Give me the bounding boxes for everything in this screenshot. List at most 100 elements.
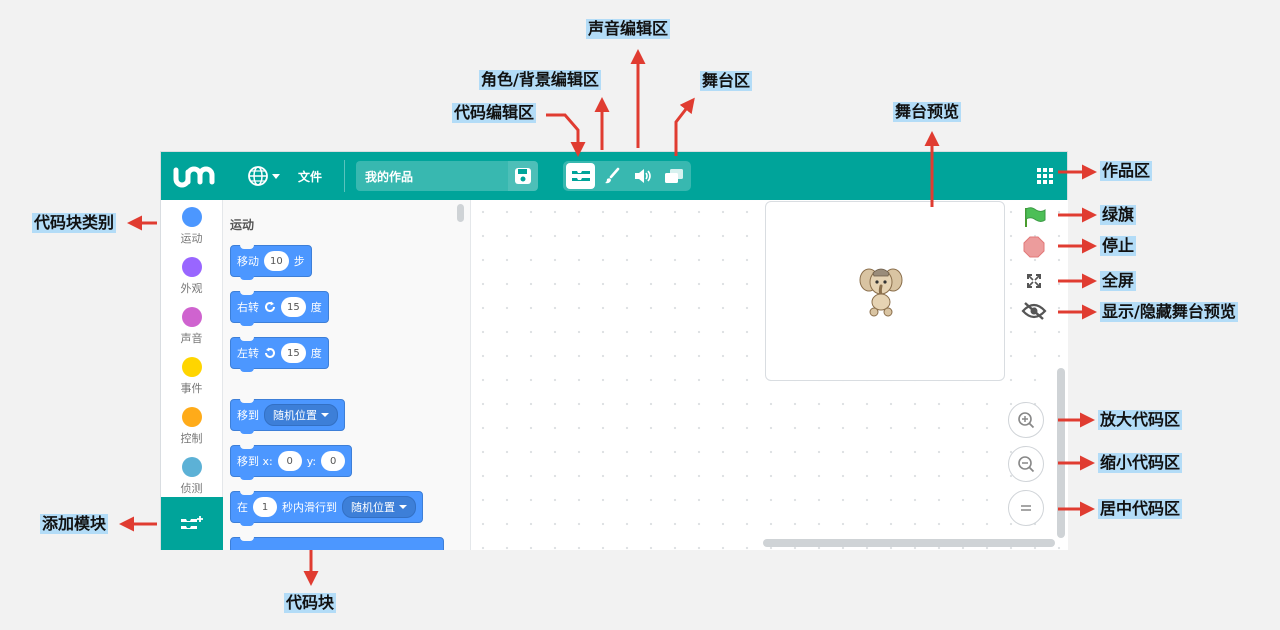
- dropdown-value: 随机位置: [351, 501, 395, 514]
- works-button[interactable]: [1035, 166, 1055, 186]
- category-dot: [181, 357, 202, 377]
- annotation-stage-preview: 舞台预览: [893, 102, 962, 122]
- code-icon: [571, 171, 590, 181]
- zoom-in-button[interactable]: [1008, 402, 1044, 438]
- annotation-code-editor: 代码编辑区: [452, 103, 537, 123]
- block-goto-xy[interactable]: 移到 x: 0 y: 0: [230, 445, 353, 480]
- block-partial[interactable]: [230, 537, 444, 550]
- annotation-zoom-in: 放大代码区: [1098, 410, 1183, 430]
- category-looks[interactable]: 外观: [161, 250, 222, 300]
- divider: [344, 160, 345, 192]
- category-label: 事件: [180, 382, 203, 395]
- annotation-works-area: 作品区: [1100, 161, 1153, 181]
- green-flag-button[interactable]: [1019, 202, 1049, 232]
- block-label: 在: [237, 501, 248, 514]
- block-label: 步: [293, 255, 305, 268]
- category-sound[interactable]: 声音: [161, 300, 222, 350]
- stage-icon: [664, 169, 683, 183]
- annotation-sound-editor: 声音编辑区: [586, 19, 671, 39]
- grid-icon: [1037, 168, 1041, 172]
- block-input-y[interactable]: 0: [321, 451, 346, 471]
- tab-stage[interactable]: [659, 163, 688, 189]
- tab-costume[interactable]: [597, 163, 626, 189]
- category-motion[interactable]: 运动: [161, 200, 222, 250]
- block-input-x[interactable]: 0: [277, 451, 302, 471]
- block-label: 度: [310, 347, 322, 360]
- chevron-down-icon: [272, 173, 280, 179]
- rotate-left-icon: [265, 347, 275, 358]
- annotation-zoom-out: 缩小代码区: [1098, 453, 1183, 473]
- block-label: y:: [306, 454, 317, 468]
- globe-icon: [248, 166, 268, 186]
- palette-scrollbar[interactable]: [457, 204, 464, 222]
- tab-sound[interactable]: [628, 163, 657, 189]
- toggle-preview-button[interactable]: [1019, 296, 1049, 326]
- workspace-vertical-scrollbar[interactable]: [1057, 368, 1065, 538]
- annotation-code-blocks: 代码块: [284, 593, 337, 613]
- add-extension-icon: [181, 515, 203, 529]
- category-sensing[interactable]: 侦测: [161, 450, 222, 500]
- category-label: 声音: [180, 332, 203, 345]
- zoom-out-icon: [1018, 456, 1035, 473]
- annotation-stop: 停止: [1100, 236, 1137, 256]
- reset-zoom-button[interactable]: [1008, 490, 1044, 526]
- stop-icon: [1023, 236, 1045, 258]
- speaker-icon: [634, 169, 651, 183]
- save-button[interactable]: [508, 161, 538, 191]
- palette-section-title: 运动: [230, 218, 255, 232]
- category-label: 控制: [180, 432, 203, 445]
- block-label: 移到 x:: [237, 455, 273, 468]
- fullscreen-icon: [1027, 274, 1041, 288]
- project-title-input[interactable]: [356, 161, 508, 191]
- stop-button[interactable]: [1019, 232, 1049, 262]
- block-input[interactable]: 15: [281, 343, 306, 363]
- add-extension-button[interactable]: [161, 497, 223, 550]
- stage-preview[interactable]: [765, 201, 1005, 381]
- block-label: 度: [310, 301, 322, 314]
- block-dropdown[interactable]: 随机位置: [342, 496, 416, 518]
- category-dot: [181, 207, 202, 227]
- category-control[interactable]: 控制: [161, 400, 222, 450]
- annotation-fullscreen: 全屏: [1100, 271, 1137, 291]
- caret-down-icon: [399, 505, 407, 509]
- green-flag-icon: [1025, 207, 1046, 227]
- block-move-steps[interactable]: 移动 10 步: [230, 245, 312, 280]
- block-turn-right[interactable]: 右转 15 度: [230, 291, 329, 326]
- workspace-horizontal-scrollbar[interactable]: [763, 539, 1055, 547]
- category-events[interactable]: 事件: [161, 350, 222, 400]
- block-goto[interactable]: 移到 随机位置: [230, 399, 345, 434]
- block-label: 秒内滑行到: [282, 501, 337, 514]
- block-palette: 运动 移动 10 步 右转 15 度 左转 15 度 移到 随机位置 移到 x:…: [223, 200, 471, 550]
- rotate-right-icon: [265, 301, 275, 312]
- language-button[interactable]: [247, 164, 283, 188]
- annotation-add-blocks: 添加模块: [40, 514, 109, 534]
- block-input[interactable]: 10: [264, 251, 289, 271]
- fullscreen-button[interactable]: [1019, 266, 1049, 296]
- category-label: 外观: [180, 282, 203, 295]
- block-input[interactable]: 1: [253, 497, 277, 517]
- annotation-stage-area: 舞台区: [700, 71, 753, 91]
- block-input[interactable]: 15: [281, 297, 306, 317]
- elephant-sprite: [859, 268, 903, 317]
- block-label: 移到: [237, 409, 259, 422]
- zoom-in-icon: [1018, 412, 1035, 429]
- category-dot: [181, 457, 202, 477]
- annotation-sprite-bg-editor: 角色/背景编辑区: [479, 70, 601, 90]
- file-menu[interactable]: 文件: [298, 168, 322, 185]
- tab-code[interactable]: [566, 163, 595, 189]
- category-dot: [181, 257, 202, 277]
- annotation-green-flag: 绿旗: [1100, 205, 1137, 225]
- eye-slash-icon: [1021, 302, 1047, 320]
- block-label: 左转: [237, 347, 259, 360]
- block-label: 移动: [237, 255, 259, 268]
- block-label: 右转: [237, 301, 259, 314]
- logo-icon[interactable]: [173, 164, 227, 188]
- code-workspace[interactable]: [471, 200, 1068, 550]
- equals-icon: [1021, 505, 1031, 511]
- block-turn-left[interactable]: 左转 15 度: [230, 337, 329, 372]
- zoom-out-button[interactable]: [1008, 446, 1044, 482]
- caret-down-icon: [321, 413, 329, 417]
- block-glide[interactable]: 在 1 秒内滑行到 随机位置: [230, 491, 423, 526]
- block-dropdown[interactable]: 随机位置: [264, 404, 338, 426]
- top-bar: 文件: [161, 152, 1067, 200]
